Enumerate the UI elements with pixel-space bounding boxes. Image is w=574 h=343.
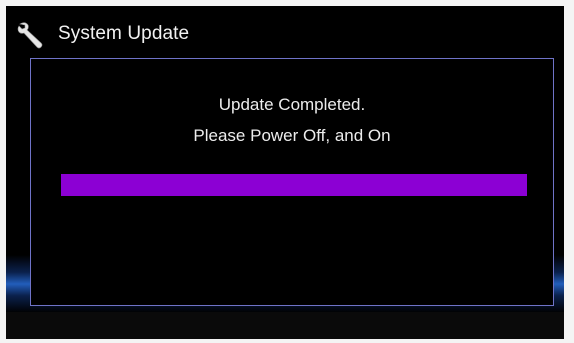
status-message: Update Completed. [218,95,366,114]
instruction-message: Please Power Off, and On [193,126,391,145]
bottom-bar [6,312,564,339]
wrench-icon [16,19,48,49]
header-bar: System Update [6,6,564,58]
progress-bar [61,174,527,196]
page-title: System Update [58,23,190,44]
update-dialog: Update Completed. Please Power Off, and … [30,58,554,306]
system-update-screen: System Update Update Completed. Please P… [0,0,574,343]
progress-bar-fill [61,174,527,196]
